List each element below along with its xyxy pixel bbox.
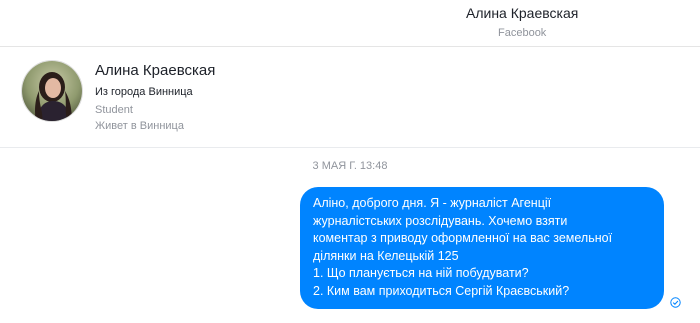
conversation-header: Алина Краевская Facebook <box>0 0 700 47</box>
seen-check-icon <box>670 295 681 308</box>
message-line: 2. Ким вам приходиться Сергій Краєвський… <box>313 283 570 298</box>
message-line: ділянки на Келецькій 125 <box>313 248 459 263</box>
message-line: журналістських розслідувань. Хочемо взят… <box>313 213 568 228</box>
profile-work: Student <box>95 104 133 116</box>
profile-name[interactable]: Алина Краевская <box>95 62 215 79</box>
message-line: Аліно, доброго дня. Я - журналіст Агенці… <box>313 196 552 210</box>
outgoing-message-bubble[interactable]: Аліно, доброго дня. Я - журналіст Агенці… <box>300 187 664 309</box>
message-timestamp: 3 МАЯ Г. 13:48 <box>0 160 700 172</box>
message-line: коментар з приводу оформленної на вас зе… <box>313 231 613 245</box>
header-source-label: Facebook <box>498 27 547 39</box>
header-contact-name[interactable]: Алина Краевская <box>466 5 578 21</box>
profile-current-city: Живет в Винница <box>95 120 184 132</box>
profile-hometown: Из города Винница <box>95 86 193 98</box>
contact-profile-card: Алина Краевская Из города Винница Studen… <box>0 48 700 148</box>
avatar[interactable] <box>21 60 83 122</box>
message-line: 1. Що планується на ній побудувати? <box>313 266 529 280</box>
timestamp-text: 3 МАЯ Г. 13:48 <box>312 160 388 172</box>
